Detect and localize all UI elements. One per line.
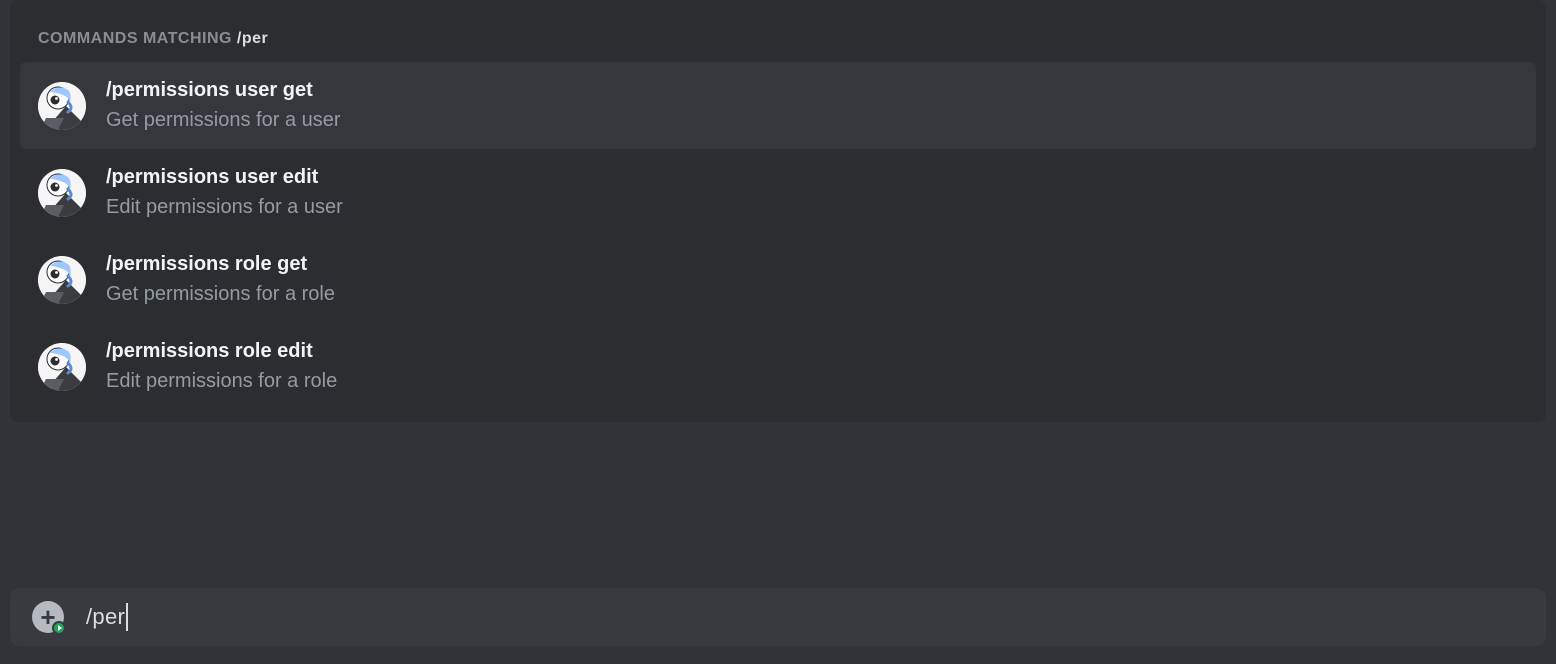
command-name: /permissions user edit [106,165,343,189]
bot-avatar-icon [38,343,86,391]
autocomplete-header-label: Commands matching [38,30,232,47]
bot-avatar-icon [38,169,86,217]
command-item[interactable]: /permissions role get Get permissions for… [20,236,1536,323]
bot-avatar-icon [38,256,86,304]
command-description: Edit permissions for a role [106,369,337,394]
command-description: Get permissions for a role [106,282,335,307]
autocomplete-header-query: /per [237,30,268,47]
command-item[interactable]: /permissions user edit Edit permissions f… [20,149,1536,236]
bot-avatar-icon [38,82,86,130]
message-input-value: /per [86,604,125,630]
command-autocomplete-panel: Commands matching /per /permissions user… [10,0,1546,422]
text-caret [126,603,128,631]
message-input-bar: + /per [10,588,1546,646]
command-item[interactable]: /permissions role edit Edit permissions f… [20,323,1536,410]
command-name: /permissions user get [106,78,341,102]
command-description: Edit permissions for a user [106,195,343,220]
command-name: /permissions role edit [106,339,337,363]
message-input[interactable]: /per [86,588,1524,646]
command-list: /permissions user get Get permissions for… [10,62,1546,410]
command-description: Get permissions for a user [106,108,341,133]
play-badge-icon [52,621,66,635]
attach-button[interactable]: + [32,601,64,633]
command-name: /permissions role get [106,252,335,276]
command-item[interactable]: /permissions user get Get permissions for… [20,62,1536,149]
autocomplete-header: Commands matching /per [10,30,1546,62]
